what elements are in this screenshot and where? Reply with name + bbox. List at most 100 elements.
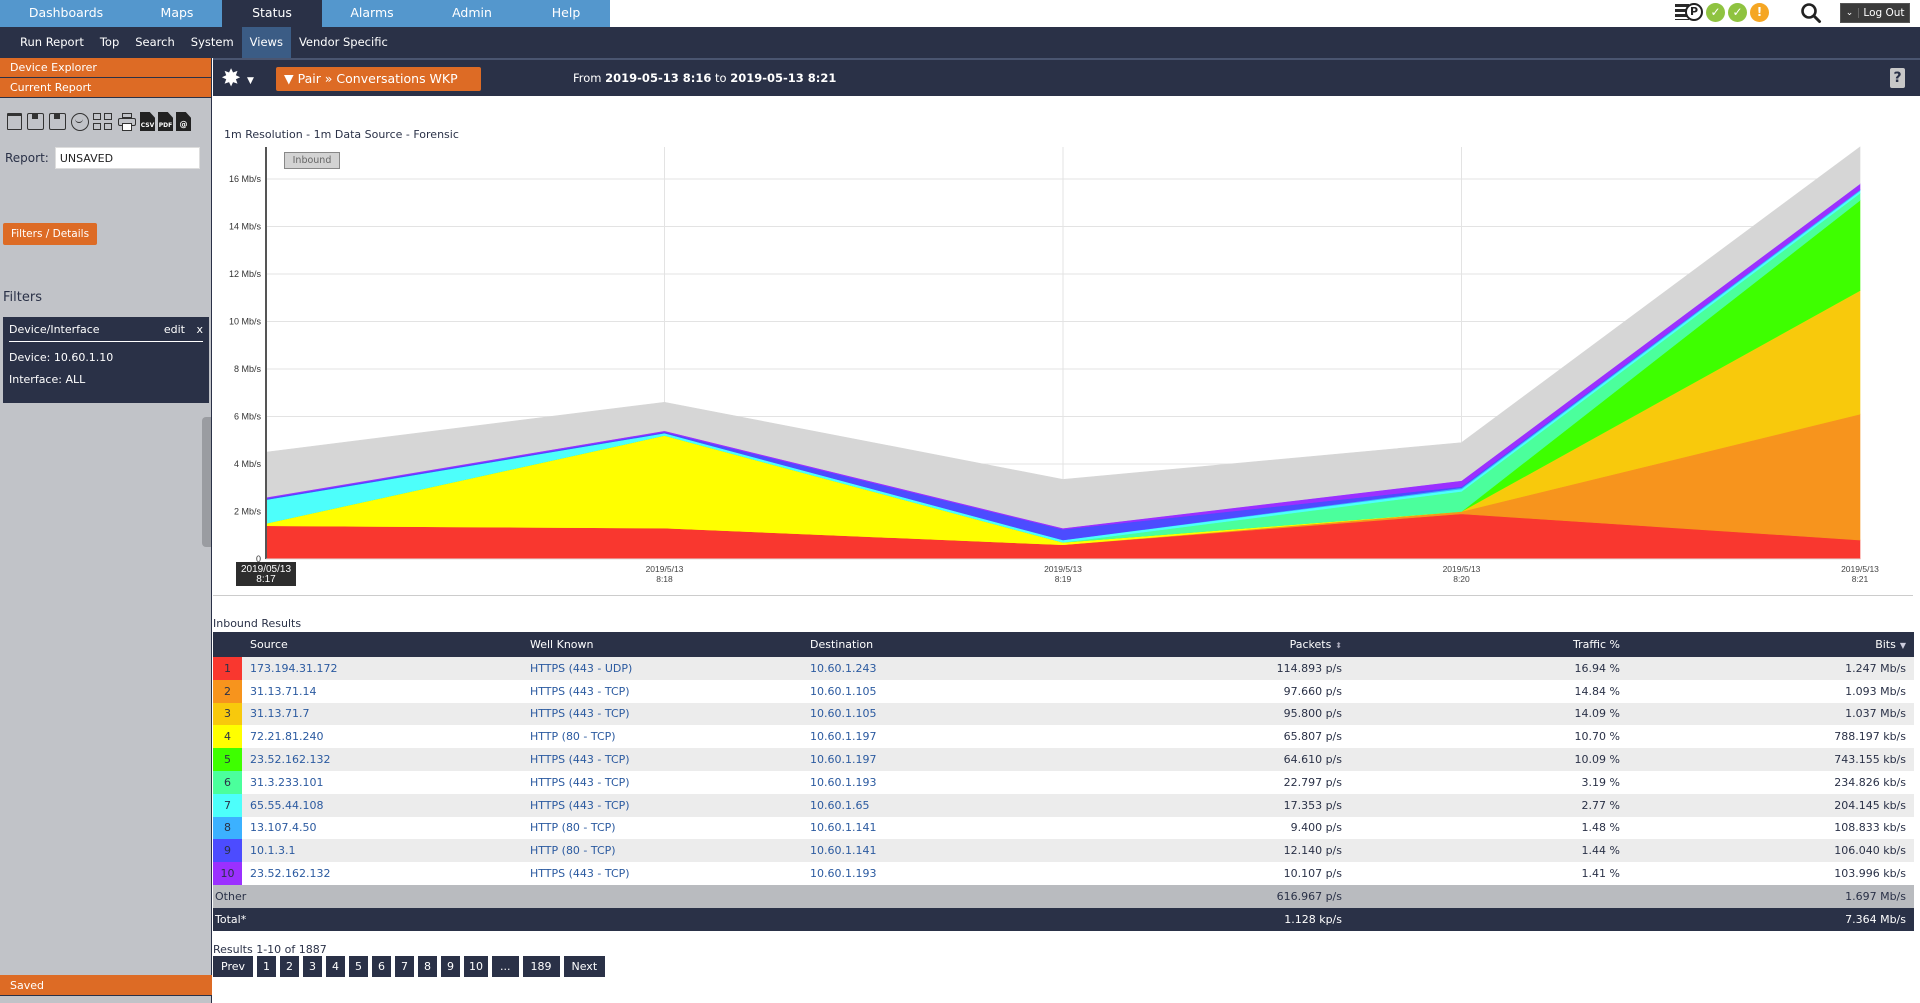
legend-inbound-toggle[interactable]: Inbound [284, 152, 340, 169]
search-icon[interactable] [1800, 2, 1822, 24]
column-header-packets[interactable]: Packets ⬍ [1012, 632, 1350, 657]
status-ok-icon[interactable]: ✓ [1706, 3, 1725, 22]
source-link[interactable]: 23.52.162.132 [250, 867, 330, 880]
save-icon[interactable] [27, 111, 46, 131]
time-range[interactable]: From 2019-05-13 8:16 to 2019-05-13 8:21 [573, 71, 836, 85]
destination-link[interactable]: 10.60.1.197 [810, 753, 876, 766]
destination-link[interactable]: 10.60.1.105 [810, 707, 876, 720]
well-known-link[interactable]: HTTPS (443 - TCP) [530, 867, 630, 880]
poller-status-icon[interactable]: P [1675, 3, 1703, 22]
subnav-item-run-report[interactable]: Run Report [12, 27, 92, 58]
page-10-button[interactable]: 10 [464, 956, 488, 977]
page-2-button[interactable]: 2 [280, 956, 299, 977]
source-link[interactable]: 10.1.3.1 [250, 844, 295, 857]
page-7-button[interactable]: 7 [395, 956, 414, 977]
subnav-item-vendor-specific[interactable]: Vendor Specific [291, 27, 396, 58]
filter-remove-icon[interactable]: x [196, 323, 203, 336]
destination-link[interactable]: 10.60.1.105 [810, 685, 876, 698]
gear-menu-button[interactable]: ✸ ▼ [221, 65, 261, 91]
destination-link[interactable]: 10.60.1.197 [810, 730, 876, 743]
csv-export-icon[interactable]: CSV [140, 112, 155, 131]
save-as-icon[interactable] [49, 111, 68, 131]
saved-reports-header[interactable]: Saved [0, 975, 212, 996]
source-link-cell: 23.52.162.132 [242, 748, 522, 771]
dashboard-grid-icon[interactable] [93, 111, 114, 131]
tab-dashboards[interactable]: Dashboards [0, 0, 132, 27]
page-6-button[interactable]: 6 [372, 956, 391, 977]
source-link[interactable]: 13.107.4.50 [250, 821, 316, 834]
source-link[interactable]: 65.55.44.108 [250, 799, 323, 812]
tab-admin[interactable]: Admin [422, 0, 522, 27]
well-known-link[interactable]: HTTP (80 - TCP) [530, 730, 616, 743]
view-selector-button[interactable]: ▼ Pair » Conversations WKP [276, 67, 481, 91]
page-9-button[interactable]: 9 [441, 956, 460, 977]
chart-divider [213, 595, 1913, 596]
page-3-button[interactable]: 3 [303, 956, 322, 977]
print-icon[interactable] [117, 113, 137, 131]
well-known-link[interactable]: HTTPS (443 - TCP) [530, 753, 630, 766]
page-5-button[interactable]: 5 [349, 956, 368, 977]
source-link[interactable]: 31.13.71.7 [250, 707, 309, 720]
source-link[interactable]: 31.3.233.101 [250, 776, 323, 789]
page-189-button[interactable]: 189 [522, 956, 560, 977]
filter-card-title: Device/Interface [9, 323, 100, 336]
tab-help[interactable]: Help [522, 0, 610, 27]
sidebar-scrollbar[interactable] [202, 417, 211, 547]
subnav-item-top[interactable]: Top [92, 27, 127, 58]
destination-link[interactable]: 10.60.1.141 [810, 821, 876, 834]
status-ok-icon[interactable]: ✓ [1728, 3, 1747, 22]
delete-icon[interactable] [5, 111, 24, 131]
schedule-clock-icon[interactable] [71, 111, 90, 131]
subnav-item-search[interactable]: Search [127, 27, 183, 58]
well-known-link[interactable]: HTTP (80 - TCP) [530, 821, 616, 834]
filter-device: Device: 10.60.1.10 [9, 351, 114, 364]
subnav-item-views[interactable]: Views [241, 27, 291, 58]
column-header-well-known[interactable]: Well Known [522, 632, 802, 657]
logout-button[interactable]: ⌄ Log Out [1840, 3, 1910, 23]
status-warning-icon[interactable]: ! [1750, 3, 1769, 22]
tab-status[interactable]: Status [222, 0, 322, 27]
source-link[interactable]: 31.13.71.14 [250, 685, 316, 698]
column-header-traffic[interactable]: Traffic % [1350, 632, 1628, 657]
next-page-button[interactable]: Next [563, 956, 606, 977]
filters-details-button[interactable]: Filters / Details [3, 223, 97, 245]
email-icon[interactable]: @ [176, 112, 191, 131]
destination-link[interactable]: 10.60.1.193 [810, 867, 876, 880]
column-header-bits[interactable]: Bits ▼ [1628, 632, 1914, 657]
device-explorer-header[interactable]: Device Explorer [0, 58, 211, 78]
range-to-label: to [714, 71, 727, 85]
source-link[interactable]: 173.194.31.172 [250, 662, 337, 675]
destination-link[interactable]: 10.60.1.141 [810, 844, 876, 857]
report-label: Report: [5, 151, 49, 165]
well-known-link[interactable]: HTTP (80 - TCP) [530, 844, 616, 857]
column-header-destination[interactable]: Destination [802, 632, 1012, 657]
well-known-link[interactable]: HTTPS (443 - UDP) [530, 662, 632, 675]
source-link[interactable]: 72.21.81.240 [250, 730, 323, 743]
current-report-header[interactable]: Current Report [0, 78, 211, 98]
destination-link-cell: 10.60.1.65 [802, 793, 1012, 817]
destination-link-cell: 10.60.1.197 [802, 725, 1012, 749]
tab-alarms[interactable]: Alarms [322, 0, 422, 27]
help-icon[interactable]: ? [1890, 68, 1905, 88]
pdf-export-icon[interactable]: PDF [158, 112, 173, 131]
tab-maps[interactable]: Maps [132, 0, 222, 27]
destination-link[interactable]: 10.60.1.243 [810, 662, 876, 675]
table-row: 2 31.13.71.14 HTTPS (443 - TCP) 10.60.1.105… [213, 679, 1914, 703]
subnav-item-system[interactable]: System [183, 27, 242, 58]
page-ellipsis[interactable]: ... [492, 956, 519, 977]
source-link[interactable]: 23.52.162.132 [250, 753, 330, 766]
report-name-input[interactable] [54, 147, 200, 169]
column-header-source[interactable]: Source [242, 632, 522, 657]
page-8-button[interactable]: 8 [418, 956, 437, 977]
destination-link[interactable]: 10.60.1.193 [810, 776, 876, 789]
well-known-link[interactable]: HTTPS (443 - TCP) [530, 799, 630, 812]
well-known-link[interactable]: HTTPS (443 - TCP) [530, 707, 630, 720]
well-known-link[interactable]: HTTPS (443 - TCP) [530, 776, 630, 789]
page-1-button[interactable]: 1 [257, 956, 276, 977]
sidebar: Device Explorer Current Report CSV PDF @… [0, 58, 212, 1003]
prev-page-button[interactable]: Prev [213, 956, 253, 977]
destination-link[interactable]: 10.60.1.65 [810, 799, 869, 812]
filter-edit-link[interactable]: edit [164, 323, 185, 336]
well-known-link[interactable]: HTTPS (443 - TCP) [530, 685, 630, 698]
page-4-button[interactable]: 4 [326, 956, 345, 977]
